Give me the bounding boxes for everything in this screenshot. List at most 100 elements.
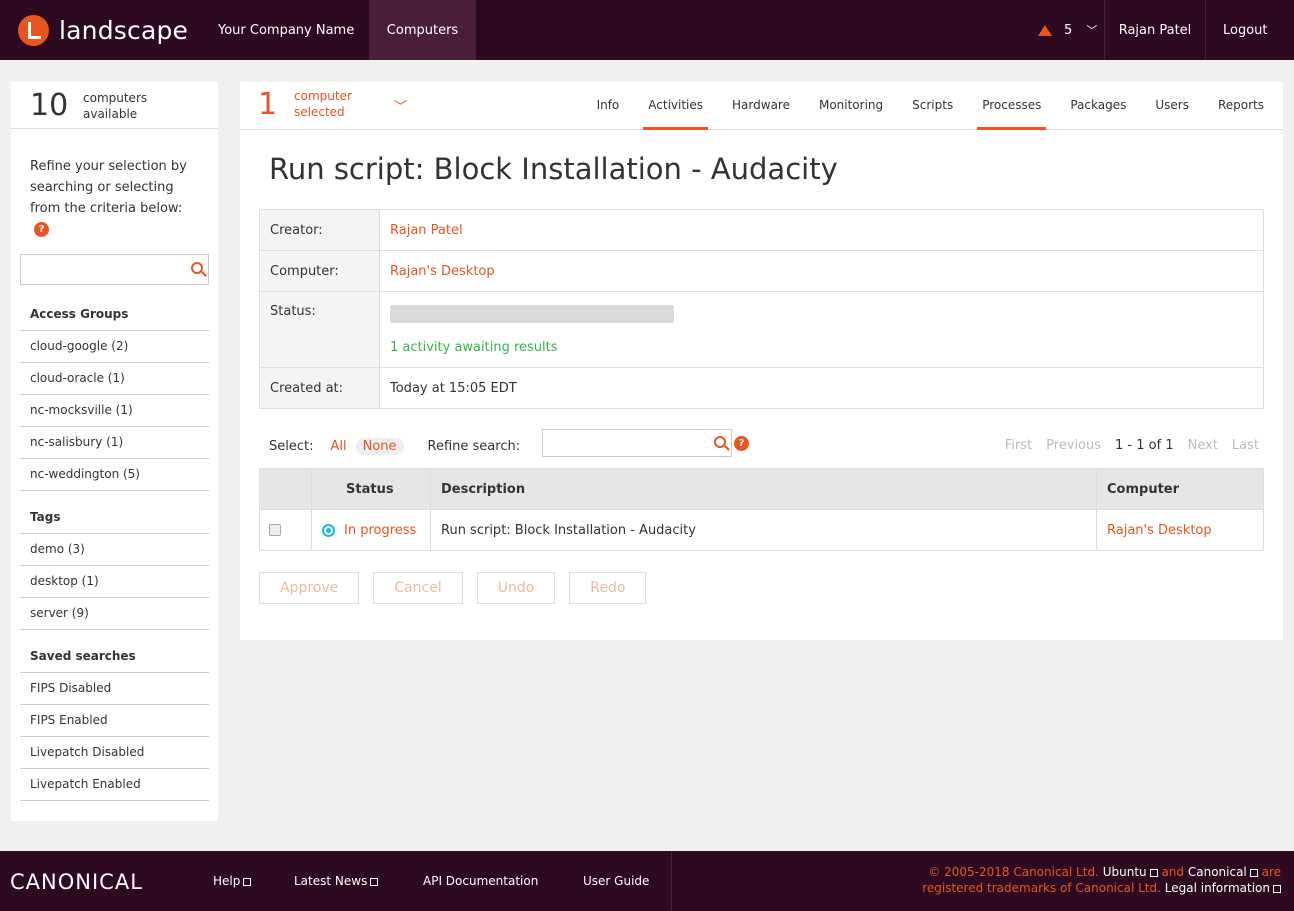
top-bar: landscape Your Company Name Computers 5 … [0,0,1294,60]
status-progress-bar [390,304,674,323]
in-progress-icon [322,523,335,537]
tab-monitoring[interactable]: Monitoring [814,82,888,130]
creator-link[interactable]: Rajan Patel [390,223,463,238]
column-header-status[interactable]: Status [311,468,431,510]
list-item[interactable]: demo (3) [20,534,209,566]
pager-next[interactable]: Next [1188,438,1218,453]
computer-link[interactable]: Rajan's Desktop [390,264,495,279]
row-computer-link[interactable]: Rajan's Desktop [1107,523,1212,538]
pager-range: 1 - 1 of 1 [1115,438,1174,453]
list-item[interactable]: desktop (1) [20,566,209,598]
tab-users[interactable]: Users [1150,82,1194,130]
alert-icon [1038,24,1052,36]
row-description: Run script: Block Installation - Audacit… [430,509,1097,551]
footer-guide-link[interactable]: User Guide [564,851,672,911]
footer: CANONICAL Help Latest News API Documenta… [0,851,1294,911]
saved-searches-list: FIPS Disabled FIPS Enabled Livepatch Dis… [20,672,209,801]
status-label: Status: [259,291,380,368]
footer-help-link[interactable]: Help [213,851,252,911]
help-icon[interactable]: ? [734,436,749,451]
pager-previous[interactable]: Previous [1046,438,1101,453]
status-text: 1 activity awaiting results [390,339,558,355]
landscape-logo-icon [18,14,49,46]
select-row: Select: All None Refine search: [269,434,520,458]
created-label: Created at: [259,367,380,409]
sidebar: 10 computers available Refine your selec… [11,82,218,821]
landscape-logo[interactable]: landscape [18,14,188,46]
refine-instructions: Refine your selection by searching or se… [30,159,187,216]
footer-news-label: Latest News [294,874,368,888]
sidebar-search [20,254,209,285]
refine-search-box [542,429,732,457]
column-header-description[interactable]: Description [430,468,1097,510]
external-link-icon [1249,868,1258,877]
external-link-icon [370,877,379,886]
footer-news-link[interactable]: Latest News [294,851,379,911]
main-header: 1 computer selected ﹀ Info Activities Ha… [240,82,1283,130]
tab-packages[interactable]: Packages [1065,82,1131,130]
nav-user[interactable]: Rajan Patel [1104,0,1206,60]
access-groups-title: Access Groups [30,307,129,321]
external-link-icon [1149,868,1158,877]
approve-button[interactable]: Approve [259,572,360,604]
tab-reports[interactable]: Reports [1213,82,1264,130]
and-text: and [1161,865,1185,879]
pager-first[interactable]: First [1005,438,1032,453]
list-item[interactable]: Livepatch Disabled [20,737,209,769]
computer-tabs: Info Activities Hardware Monitoring Scri… [573,82,1264,130]
selected-count[interactable]: 1 [258,87,277,122]
canonical-link[interactable]: Canonical [1188,865,1247,879]
alert-count: 5 [1064,22,1073,38]
column-header-computer[interactable]: Computer [1096,468,1264,510]
footer-api-link[interactable]: API Documentation [423,851,538,911]
row-status[interactable]: In progress [344,523,416,538]
refine-search-input[interactable] [543,430,703,456]
list-item[interactable]: Livepatch Enabled [20,769,209,801]
legal-link[interactable]: Legal information [1165,881,1270,895]
action-buttons: Approve Cancel Undo Redo [259,572,647,604]
logout-link[interactable]: Logout [1223,0,1268,60]
trademark-text: registered trademarks of Canonical Ltd. [922,881,1161,895]
selected-label[interactable]: computer selected [294,88,374,120]
created-value: Today at 15:05 EDT [379,367,1264,409]
select-none-link[interactable]: None [355,437,404,455]
undo-button[interactable]: Undo [476,572,556,604]
select-all-link[interactable]: All [330,439,346,454]
list-item[interactable]: nc-salisbury (1) [20,427,209,459]
chevron-down-icon[interactable]: ﹀ [394,96,407,115]
tab-info[interactable]: Info [592,82,625,130]
list-item[interactable]: FIPS Enabled [20,705,209,737]
search-icon[interactable] [191,262,203,274]
row-checkbox[interactable] [269,524,281,536]
ubuntu-link[interactable]: Ubuntu [1103,865,1147,879]
external-link-icon [1273,884,1281,893]
tab-activities[interactable]: Activities [643,82,709,130]
tab-processes[interactable]: Processes [977,82,1047,130]
redo-button[interactable]: Redo [569,572,647,604]
list-item[interactable]: nc-weddington (5) [20,459,209,491]
canonical-logo[interactable]: CANONICAL [10,870,143,894]
search-input[interactable] [21,255,181,284]
list-item[interactable]: FIPS Disabled [20,673,209,705]
cancel-button[interactable]: Cancel [373,572,463,604]
pagination: First Previous 1 - 1 of 1 Next Last [1005,438,1259,453]
list-item[interactable]: nc-mocksville (1) [20,395,209,427]
tab-scripts[interactable]: Scripts [907,82,958,130]
access-groups-list: cloud-google (2) cloud-oracle (1) nc-moc… [20,330,209,491]
nav-company[interactable]: Your Company Name [218,0,354,60]
computer-count-label: computers available [83,91,148,121]
logo-text: landscape [59,15,189,45]
alerts-menu[interactable]: 5 ﹀ [1038,0,1097,60]
refine-search-label: Refine search: [427,438,521,454]
nav-computers[interactable]: Computers [369,0,476,60]
list-item[interactable]: cloud-google (2) [20,331,209,363]
main-panel: 1 computer selected ﹀ Info Activities Ha… [240,82,1283,640]
pager-last[interactable]: Last [1232,438,1259,453]
computer-count-number: 10 [30,88,69,123]
help-icon[interactable]: ? [34,222,49,237]
list-item[interactable]: cloud-oracle (1) [20,363,209,395]
search-icon[interactable] [714,436,726,448]
tab-hardware[interactable]: Hardware [727,82,795,130]
copyright-text: © 2005-2018 Canonical Ltd. [928,865,1099,879]
list-item[interactable]: server (9) [20,598,209,630]
